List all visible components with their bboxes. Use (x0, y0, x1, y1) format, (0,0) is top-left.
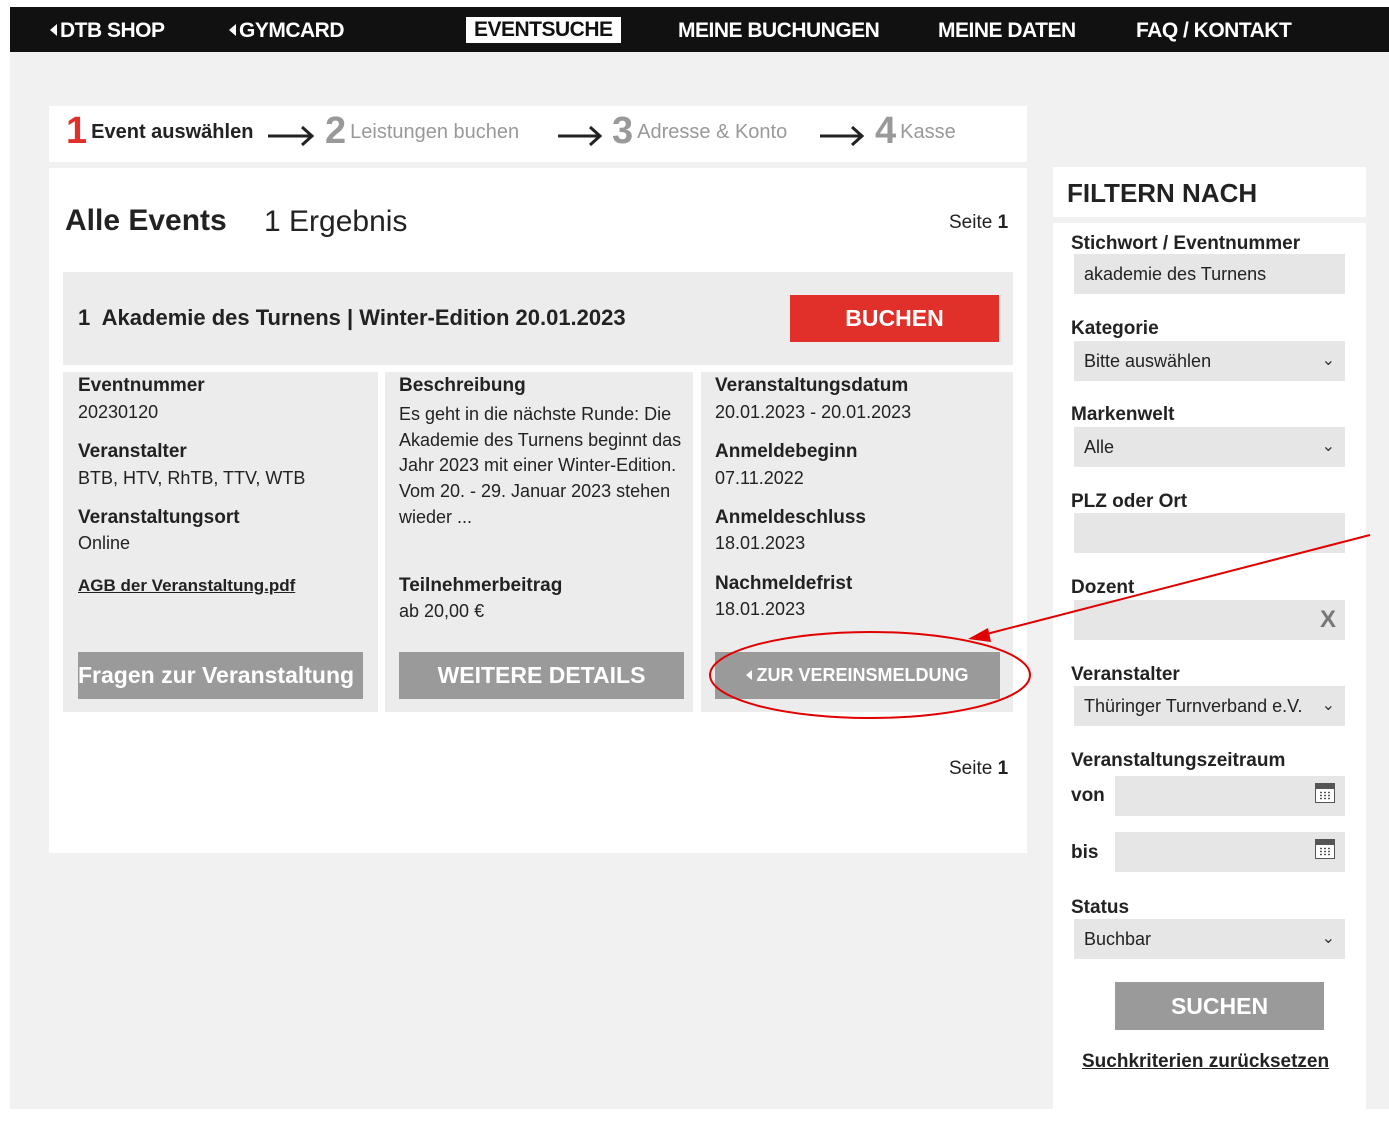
annotation-overlay (709, 534, 1371, 719)
annotation-arrow (968, 534, 1371, 642)
annotation-ellipse (709, 631, 1031, 719)
